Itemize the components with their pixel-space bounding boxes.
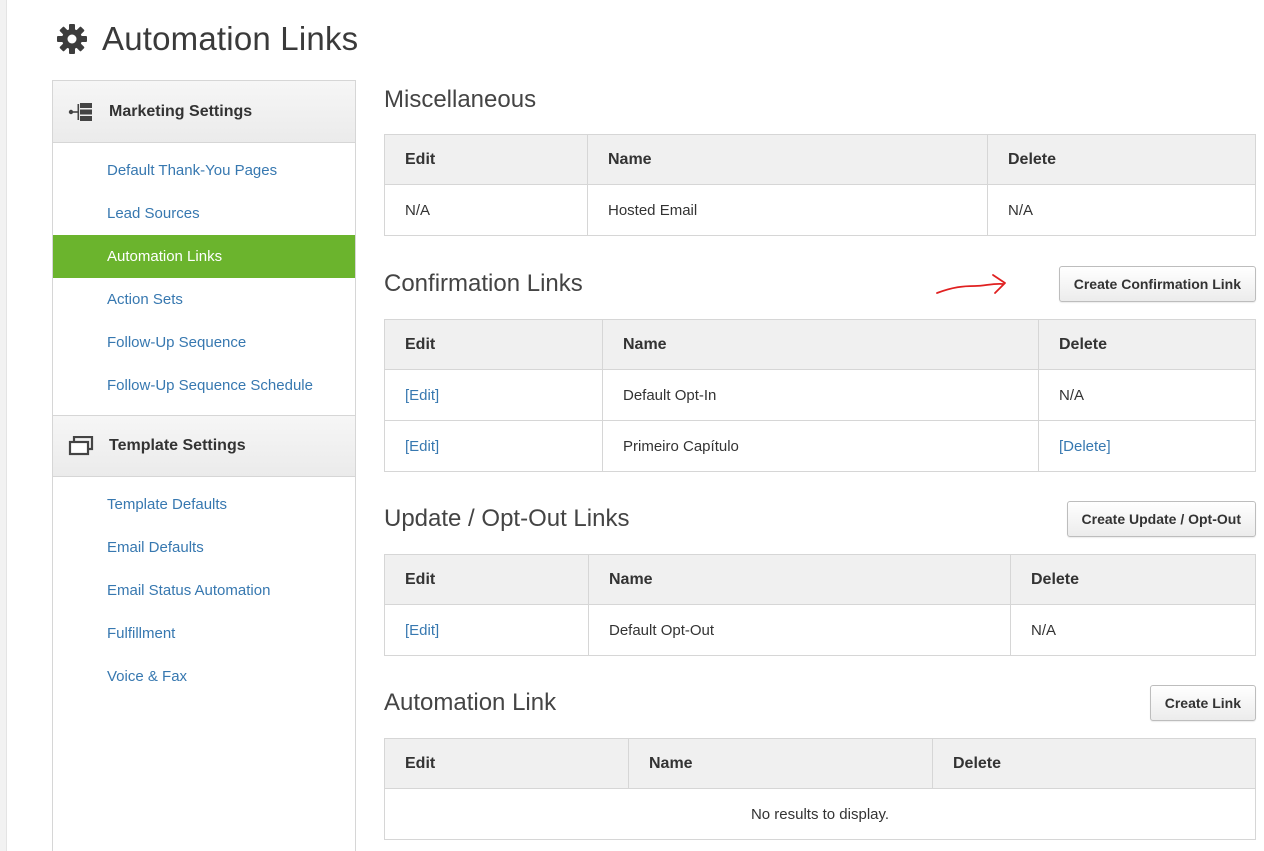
column-header-delete: Delete bbox=[932, 738, 1256, 789]
create-update-optout-button[interactable]: Create Update / Opt-Out bbox=[1066, 501, 1256, 537]
update-optout-links-header: Update / Opt-Out Links Create Update / O… bbox=[384, 497, 1256, 541]
table-header-row: Edit Name Delete bbox=[384, 319, 1256, 370]
cell-edit: N/A bbox=[384, 184, 588, 236]
main-content: Miscellaneous Edit Name Delete N/A Hoste… bbox=[384, 80, 1256, 840]
cell-delete: N/A bbox=[1038, 369, 1256, 421]
column-header-edit: Edit bbox=[384, 554, 589, 605]
delete-link[interactable]: [Delete] bbox=[1038, 420, 1256, 472]
automation-link-header: Automation Link Create Link bbox=[384, 681, 1256, 725]
sidebar-item-default-thank-you-pages[interactable]: Default Thank-You Pages bbox=[53, 149, 355, 192]
table-row: No results to display. bbox=[384, 788, 1256, 840]
table-header-row: Edit Name Delete bbox=[384, 554, 1256, 605]
cell-delete: N/A bbox=[987, 184, 1256, 236]
table-row: N/A Hosted Email N/A bbox=[384, 184, 1256, 236]
hierarchy-icon bbox=[67, 101, 95, 123]
empty-results-message: No results to display. bbox=[384, 788, 1256, 840]
column-header-edit: Edit bbox=[384, 134, 588, 185]
section-title-miscellaneous: Miscellaneous bbox=[384, 86, 537, 113]
sidebar-heading-label: Template Settings bbox=[109, 437, 246, 454]
sidebar-item-follow-up-sequence-schedule[interactable]: Follow-Up Sequence Schedule bbox=[53, 364, 355, 407]
cell-name: Primeiro Capítulo bbox=[602, 420, 1039, 472]
windows-icon bbox=[67, 435, 95, 457]
sidebar-item-action-sets[interactable]: Action Sets bbox=[53, 278, 355, 321]
template-settings-list: Template Defaults Email Defaults Email S… bbox=[53, 477, 355, 706]
sidebar-item-fulfillment[interactable]: Fulfillment bbox=[53, 612, 355, 655]
sidebar-heading-marketing-settings[interactable]: Marketing Settings bbox=[53, 81, 355, 143]
sidebar-item-lead-sources[interactable]: Lead Sources bbox=[53, 192, 355, 235]
column-header-edit: Edit bbox=[384, 319, 603, 370]
sidebar-heading-template-settings[interactable]: Template Settings bbox=[53, 415, 355, 477]
page-title: Automation Links bbox=[102, 20, 359, 57]
confirmation-links-header: Confirmation Links Create Confirmation L… bbox=[384, 262, 1256, 306]
sidebar-item-email-status-automation[interactable]: Email Status Automation bbox=[53, 569, 355, 612]
sidebar-item-automation-links[interactable]: Automation Links bbox=[53, 235, 355, 278]
annotation-arrow-icon bbox=[936, 274, 1006, 294]
cell-name: Default Opt-Out bbox=[588, 604, 1011, 656]
edit-link[interactable]: [Edit] bbox=[384, 604, 589, 656]
sidebar-item-email-defaults[interactable]: Email Defaults bbox=[53, 526, 355, 569]
table-row: [Edit] Primeiro Capítulo [Delete] bbox=[384, 420, 1256, 472]
marketing-settings-list: Default Thank-You Pages Lead Sources Aut… bbox=[53, 143, 355, 415]
table-header-row: Edit Name Delete bbox=[384, 134, 1256, 185]
column-header-name: Name bbox=[602, 319, 1039, 370]
miscellaneous-header: Miscellaneous bbox=[384, 80, 1256, 120]
section-title-automation-link: Automation Link bbox=[384, 689, 557, 716]
table-row: [Edit] Default Opt-Out N/A bbox=[384, 604, 1256, 656]
update-optout-links-table: Edit Name Delete [Edit] Default Opt-Out … bbox=[384, 554, 1256, 656]
column-header-delete: Delete bbox=[1038, 319, 1256, 370]
column-header-name: Name bbox=[587, 134, 988, 185]
page-header: Automation Links bbox=[56, 18, 358, 60]
column-header-name: Name bbox=[588, 554, 1011, 605]
table-row: [Edit] Default Opt-In N/A bbox=[384, 369, 1256, 421]
edit-link[interactable]: [Edit] bbox=[384, 369, 603, 421]
column-header-delete: Delete bbox=[987, 134, 1256, 185]
confirmation-links-table: Edit Name Delete [Edit] Default Opt-In N… bbox=[384, 319, 1256, 472]
left-edge-rule bbox=[0, 0, 7, 851]
section-title-update-optout-links: Update / Opt-Out Links bbox=[384, 505, 630, 532]
edit-link[interactable]: [Edit] bbox=[384, 420, 603, 472]
automation-link-table: Edit Name Delete No results to display. bbox=[384, 738, 1256, 840]
sidebar-item-voice-fax[interactable]: Voice & Fax bbox=[53, 655, 355, 698]
cell-name: Hosted Email bbox=[587, 184, 988, 236]
section-title-confirmation-links: Confirmation Links bbox=[384, 270, 583, 297]
sidebar-heading-label: Marketing Settings bbox=[109, 102, 253, 120]
column-header-edit: Edit bbox=[384, 738, 629, 789]
settings-sidebar: Marketing Settings Default Thank-You Pag… bbox=[52, 80, 356, 851]
miscellaneous-table: Edit Name Delete N/A Hosted Email N/A bbox=[384, 134, 1256, 236]
gear-icon bbox=[57, 24, 87, 54]
sidebar-item-follow-up-sequence[interactable]: Follow-Up Sequence bbox=[53, 321, 355, 364]
column-header-delete: Delete bbox=[1010, 554, 1256, 605]
create-confirmation-link-button[interactable]: Create Confirmation Link bbox=[1058, 266, 1256, 302]
cell-delete: N/A bbox=[1010, 604, 1256, 656]
column-header-name: Name bbox=[628, 738, 933, 789]
cell-name: Default Opt-In bbox=[602, 369, 1039, 421]
create-link-button[interactable]: Create Link bbox=[1149, 685, 1256, 721]
table-header-row: Edit Name Delete bbox=[384, 738, 1256, 789]
sidebar-item-template-defaults[interactable]: Template Defaults bbox=[53, 483, 355, 526]
